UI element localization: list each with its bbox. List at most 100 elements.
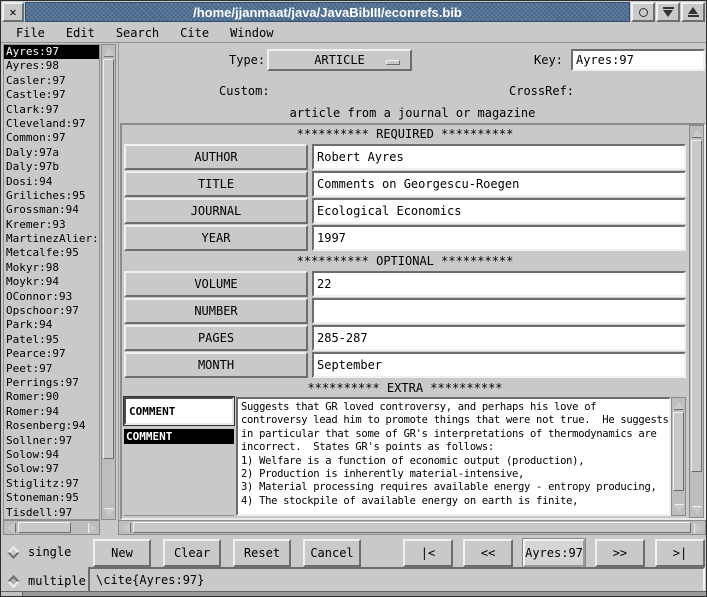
bib-key-list-item[interactable]: Sollner:97	[4, 434, 99, 448]
action-button[interactable]: New	[93, 539, 151, 567]
bib-key-list-item[interactable]: Peet:97	[4, 362, 99, 376]
field-value-input[interactable]	[312, 298, 686, 324]
bib-key-list-item[interactable]: Cleveland:97	[4, 117, 99, 131]
nav-current-entry[interactable]: Ayres:97	[523, 539, 585, 567]
main-horizontal-scrollbar[interactable]	[118, 520, 706, 535]
bib-key-list-item[interactable]: Stiglitz:97	[4, 477, 99, 491]
record-navigation: |< << Ayres:97 >> >|	[403, 539, 705, 567]
scroll-up-arrow[interactable]	[102, 45, 115, 58]
menu-item[interactable]: Search	[116, 25, 159, 42]
bib-key-list-item[interactable]: Daly:97b	[4, 160, 99, 174]
action-button[interactable]: Cancel	[303, 539, 361, 567]
nav-first-button[interactable]: |<	[403, 539, 453, 567]
field-label-button[interactable]: PAGES	[124, 325, 308, 351]
close-button[interactable]: ✕	[2, 2, 24, 22]
bib-key-list-item[interactable]: Romer:90	[4, 390, 99, 404]
field-label-button[interactable]: MONTH	[124, 352, 308, 378]
raise-button[interactable]	[681, 2, 705, 22]
action-button[interactable]: Reset	[233, 539, 291, 567]
bib-key-list-item[interactable]: Kremer:93	[4, 218, 99, 232]
bib-key-list-item[interactable]: MartinezAlier:9	[4, 232, 99, 246]
type-label: Type:	[229, 53, 265, 67]
cite-input[interactable]	[88, 567, 705, 593]
single-mode-option[interactable]: single	[9, 545, 71, 559]
field-label-button[interactable]: JOURNAL	[124, 198, 308, 224]
scroll-thumb[interactable]	[18, 522, 71, 533]
scroll-down-arrow[interactable]	[672, 502, 685, 515]
extra-field-name-input[interactable]	[124, 397, 234, 425]
radio-diamond-icon[interactable]	[7, 546, 20, 559]
key-input[interactable]	[571, 49, 705, 71]
extra-field-list-item[interactable]: COMMENT	[124, 429, 234, 444]
bib-key-list-item[interactable]: Ayres:98	[4, 59, 99, 73]
bib-key-list-item[interactable]: Rosenberg:94	[4, 419, 99, 433]
bib-key-list-item[interactable]: Patel:95	[4, 333, 99, 347]
field-label-button[interactable]: TITLE	[124, 171, 308, 197]
comment-vertical-scrollbar[interactable]	[671, 397, 686, 516]
bib-key-list-item[interactable]: Solow:97	[4, 462, 99, 476]
bib-key-list-item[interactable]: Tisdell:97	[4, 506, 99, 520]
bib-key-list-item[interactable]: Griliches:95	[4, 189, 99, 203]
bib-key-list-item[interactable]: Park:94	[4, 318, 99, 332]
menu-item[interactable]: Edit	[66, 25, 95, 42]
lower-button[interactable]	[656, 2, 680, 22]
bib-key-list-item[interactable]: Moykr:94	[4, 275, 99, 289]
sidebar-horizontal-scrollbar[interactable]	[3, 520, 100, 535]
bib-key-list-item[interactable]: Mokyr:98	[4, 261, 99, 275]
bib-key-list-item[interactable]: Daly:97a	[4, 146, 99, 160]
nav-prev-button[interactable]: <<	[463, 539, 513, 567]
bib-key-list-item[interactable]: Casler:97	[4, 74, 99, 88]
bib-key-list-item[interactable]: Pearce:97	[4, 347, 99, 361]
bib-key-list-item[interactable]: Stoneman:95	[4, 491, 99, 505]
scroll-down-arrow[interactable]	[690, 504, 703, 517]
scroll-up-arrow[interactable]	[672, 398, 685, 411]
field-value-input[interactable]	[312, 144, 686, 170]
field-value-input[interactable]	[312, 352, 686, 378]
bib-key-list-item[interactable]: Romer:94	[4, 405, 99, 419]
field-value-input[interactable]	[312, 198, 686, 224]
scroll-thumb[interactable]	[673, 412, 684, 491]
menu-item[interactable]: Window	[230, 25, 273, 42]
bib-key-list-item[interactable]: OConnor:93	[4, 290, 99, 304]
scroll-up-arrow[interactable]	[690, 126, 703, 139]
bib-key-list-item[interactable]: Perrings:97	[4, 376, 99, 390]
iconify-button[interactable]	[631, 2, 655, 22]
comment-textarea[interactable]	[236, 397, 671, 516]
nav-last-button[interactable]: >|	[655, 539, 705, 567]
multiple-mode-option[interactable]: multiple	[9, 574, 86, 588]
type-dropdown[interactable]: ARTICLE	[267, 49, 412, 71]
bib-key-list-item[interactable]: Metcalfe:95	[4, 246, 99, 260]
field-value-input[interactable]	[312, 225, 686, 251]
radio-diamond-icon[interactable]	[7, 575, 20, 588]
scroll-thumb[interactable]	[133, 522, 691, 533]
field-label-button[interactable]: NUMBER	[124, 298, 308, 324]
bib-key-list-item[interactable]: Castle:97	[4, 88, 99, 102]
bib-key-list-item[interactable]: Ayres:97	[4, 45, 99, 59]
field-label-button[interactable]: AUTHOR	[124, 144, 308, 170]
sidebar-vertical-scrollbar[interactable]	[101, 44, 116, 520]
bib-key-list-item[interactable]: Clark:97	[4, 103, 99, 117]
bib-key-list-item[interactable]: Solow:94	[4, 448, 99, 462]
menu-item[interactable]: File	[16, 25, 45, 42]
bib-key-list-item[interactable]: Opschoor:97	[4, 304, 99, 318]
bib-key-list-item[interactable]: Common:97	[4, 131, 99, 145]
bib-key-list-item[interactable]: Grossman:94	[4, 203, 99, 217]
field-value-input[interactable]	[312, 171, 686, 197]
menu-item[interactable]: Cite	[180, 25, 209, 42]
scroll-right-arrow[interactable]	[86, 521, 99, 534]
scroll-right-arrow[interactable]	[692, 521, 705, 534]
scroll-left-arrow[interactable]	[119, 521, 132, 534]
scroll-down-arrow[interactable]	[102, 506, 115, 519]
scroll-thumb[interactable]	[691, 140, 702, 472]
bib-key-list-item[interactable]: Dosi:94	[4, 175, 99, 189]
nav-next-button[interactable]: >>	[595, 539, 645, 567]
action-button[interactable]: Clear	[163, 539, 221, 567]
resize-handle[interactable]	[1, 592, 23, 596]
field-value-input[interactable]	[312, 325, 686, 351]
field-value-input[interactable]	[312, 271, 686, 297]
field-label-button[interactable]: VOLUME	[124, 271, 308, 297]
fields-vertical-scrollbar[interactable]	[689, 125, 704, 518]
field-label-button[interactable]: YEAR	[124, 225, 308, 251]
scroll-left-arrow[interactable]	[4, 521, 17, 534]
scroll-thumb[interactable]	[103, 59, 114, 459]
